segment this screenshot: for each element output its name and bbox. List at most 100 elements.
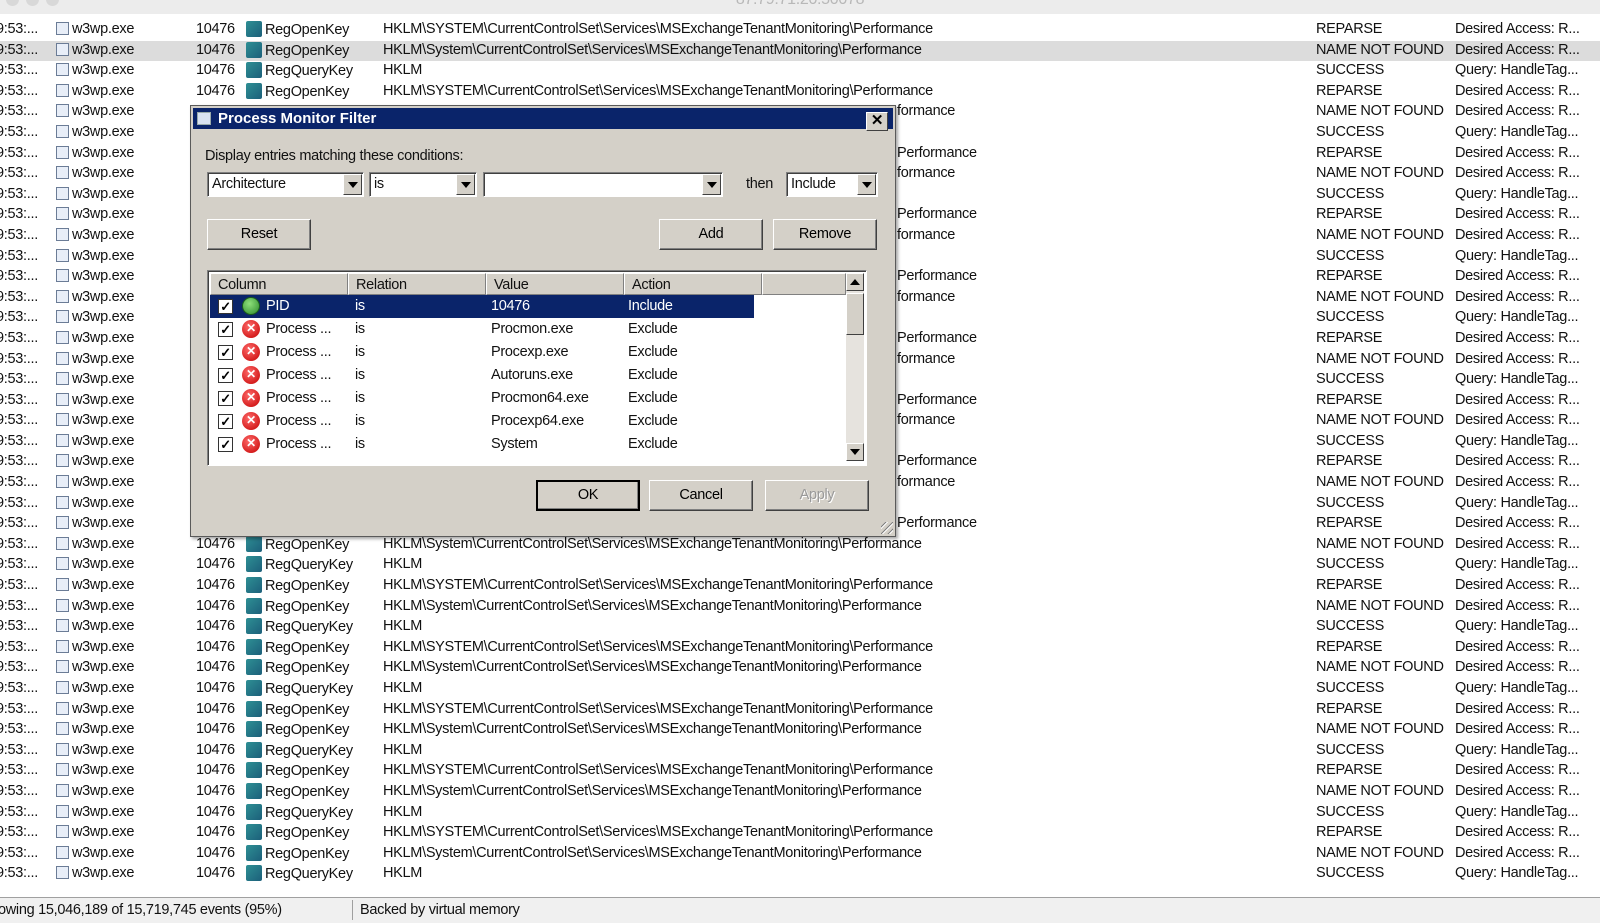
process-cell: w3wp.exe [56,165,134,181]
table-row[interactable]: 9:53:... w3wp.exe 10476 RegOpenKey HKLM\SYST… [0,700,1600,721]
filter-enabled-checkbox[interactable]: ✓ [218,322,233,337]
cancel-button[interactable]: Cancel [649,480,753,511]
time-cell: 9:53:... [0,494,38,511]
time-cell: 9:53:... [0,453,38,470]
table-row[interactable]: 9:53:... w3wp.exe 10476 RegOpenKey HKLM\Syst… [0,597,1600,618]
filter-enabled-checkbox[interactable]: ✓ [218,345,233,360]
time-cell: 9:53:... [0,618,38,635]
chevron-down-icon[interactable] [456,174,475,195]
detail-cell: Desired Access: R... [1455,597,1580,614]
table-row[interactable]: 9:53:... w3wp.exe 10476 RegQueryKey HKLM SUCC… [0,741,1600,762]
filter-action: Exclude [628,413,678,429]
filter-relation: is [355,413,365,429]
process-cell: w3wp.exe [56,62,134,78]
add-button[interactable]: Add [659,219,763,250]
scroll-up-icon[interactable] [846,273,864,291]
time-cell: 9:53:... [0,432,38,449]
filter-enabled-checkbox[interactable]: ✓ [218,391,233,406]
chevron-down-icon[interactable] [857,174,876,195]
filter-row[interactable]: ✓ ✕ Process ... is System Exclude [210,433,754,456]
time-cell: 9:53:... [0,535,38,552]
table-row[interactable]: 9:53:... w3wp.exe 10476 RegOpenKey HKLM\SYST… [0,761,1600,782]
process-cell: w3wp.exe [56,701,134,717]
pid-cell: 10476 [196,865,235,882]
process-icon [56,166,69,180]
time-cell: 9:53:... [0,474,38,491]
registry-icon [246,741,262,758]
header-value[interactable]: Value [486,273,624,295]
header-column[interactable]: Column [210,273,348,295]
filter-row[interactable]: ✓ ✕ Process ... is Procexp.exe Exclude [210,341,754,364]
table-row[interactable]: 9:53:... w3wp.exe 10476 RegOpenKey HKLM\SYST… [0,20,1600,41]
process-cell: w3wp.exe [56,783,134,799]
ok-button[interactable]: OK [536,480,640,511]
table-row[interactable]: 9:53:... w3wp.exe 10476 RegQueryKey HKLM SUCC… [0,617,1600,638]
action-select[interactable]: Include [786,172,878,197]
table-row[interactable]: 9:53:... w3wp.exe 10476 RegQueryKey HKLM SUCC… [0,61,1600,82]
value-combo[interactable] [483,172,723,197]
remove-button[interactable]: Remove [773,219,877,250]
table-row[interactable]: 9:53:... w3wp.exe 10476 RegOpenKey HKLM\Syst… [0,720,1600,741]
table-row[interactable]: 9:53:... w3wp.exe 10476 RegOpenKey HKLM\SYST… [0,638,1600,659]
filter-row[interactable]: ✓ ✕ Process ... is Procexp64.exe Exclude [210,410,754,433]
filter-row[interactable]: ✓ ✕ Process ... is Autoruns.exe Exclude [210,364,754,387]
result-cell: SUCCESS [1316,556,1384,573]
table-row[interactable]: 9:53:... w3wp.exe 10476 RegOpenKey HKLM\Syst… [0,535,1600,556]
process-cell: w3wp.exe [56,412,134,428]
filter-row[interactable]: ✓ PID is 10476 Include [210,295,754,318]
result-cell: REPARSE [1316,638,1383,655]
apply-button[interactable]: Apply [765,480,869,511]
result-cell: NAME NOT FOUND [1316,412,1444,429]
process-name: w3wp.exe [72,824,135,841]
time-cell: 9:53:... [0,721,38,738]
registry-icon [246,865,262,882]
filter-list[interactable]: Column Relation Value Action ✓ PID is 10476… [207,270,867,466]
chevron-down-icon[interactable] [702,174,721,195]
path-tail-cell: formance [897,288,956,305]
column-select-value: Architecture [212,176,286,192]
table-row[interactable]: 9:53:... w3wp.exe 10476 RegOpenKey HKLM\Syst… [0,782,1600,803]
scroll-down-icon[interactable] [846,443,864,461]
scroll-thumb[interactable] [846,293,864,335]
status-events: owing 15,046,189 of 15,719,745 events (9… [0,902,282,918]
filter-row[interactable]: ✓ ✕ Process ... is Procmon.exe Exclude [210,318,754,341]
pid-cell: 10476 [196,782,235,799]
table-row[interactable]: 9:53:... w3wp.exe 10476 RegQueryKey HKLM SUCC… [0,679,1600,700]
filter-list-scrollbar[interactable] [846,273,864,461]
resize-grip-icon[interactable] [881,522,893,534]
time-cell: 9:53:... [0,556,38,573]
table-row[interactable]: 9:53:... w3wp.exe 10476 RegQueryKey HKLM SUCC… [0,803,1600,824]
filter-enabled-checkbox[interactable]: ✓ [218,368,233,383]
filter-value: System [491,436,538,452]
reset-button[interactable]: Reset [207,219,311,250]
result-cell: NAME NOT FOUND [1316,474,1444,491]
process-cell: w3wp.exe [56,206,134,222]
filter-value: Procexp.exe [491,344,569,360]
filter-row[interactable]: ✓ ✕ Process ... is Procmon64.exe Exclude [210,387,754,410]
header-action[interactable]: Action [624,273,762,295]
process-icon [56,660,69,674]
table-row[interactable]: 9:53:... w3wp.exe 10476 RegOpenKey HKLM\SYST… [0,576,1600,597]
table-row[interactable]: 9:53:... w3wp.exe 10476 RegOpenKey HKLM\SYST… [0,823,1600,844]
result-cell: NAME NOT FOUND [1316,535,1444,552]
dialog-close-button[interactable]: ✕ [866,112,888,131]
header-relation[interactable]: Relation [348,273,486,295]
table-row[interactable]: 9:53:... w3wp.exe 10476 RegOpenKey HKLM\SYST… [0,82,1600,103]
table-row[interactable]: 9:53:... w3wp.exe 10476 RegOpenKey HKLM\Syst… [0,40,1600,62]
chevron-down-icon[interactable] [343,174,362,195]
filter-enabled-checkbox[interactable]: ✓ [218,299,233,314]
process-name: w3wp.exe [72,782,135,799]
table-row[interactable]: 9:53:... w3wp.exe 10476 RegQueryKey HKLM SUCC… [0,555,1600,576]
process-cell: w3wp.exe [56,309,134,325]
table-row[interactable]: 9:53:... w3wp.exe 10476 RegQueryKey HKLM SUCC… [0,864,1600,885]
filter-enabled-checkbox[interactable]: ✓ [218,414,233,429]
table-row[interactable]: 9:53:... w3wp.exe 10476 RegOpenKey HKLM\Syst… [0,658,1600,679]
process-name: w3wp.exe [72,721,135,738]
time-cell: 9:53:... [0,103,38,120]
relation-select[interactable]: is [369,172,477,197]
time-cell: 9:53:... [0,803,38,820]
filter-enabled-checkbox[interactable]: ✓ [218,437,233,452]
table-row[interactable]: 9:53:... w3wp.exe 10476 RegOpenKey HKLM\Syst… [0,844,1600,865]
column-select[interactable]: Architecture [207,172,364,197]
operation-cell: RegQueryKey [246,62,353,79]
